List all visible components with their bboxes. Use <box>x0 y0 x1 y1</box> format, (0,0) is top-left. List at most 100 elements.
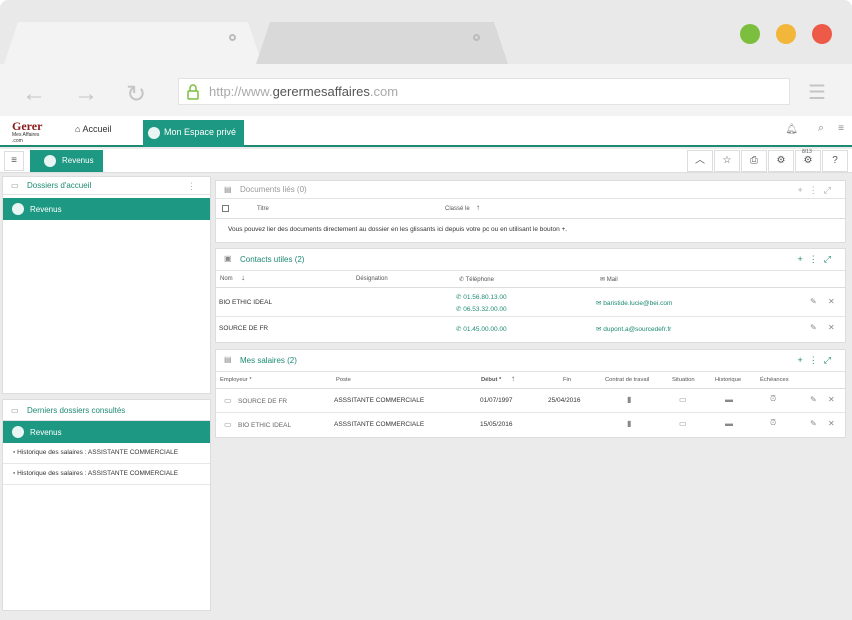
situation-folder-icon[interactable]: ▭ <box>679 395 687 404</box>
history-folder-icon[interactable]: ▬ <box>725 395 733 404</box>
col-poste[interactable]: Poste <box>336 377 351 383</box>
revenus-button[interactable]: Revenus <box>30 150 103 172</box>
minimize-button[interactable] <box>776 24 796 44</box>
home-icon: ⌂ <box>75 124 81 134</box>
col-contrat[interactable]: Contrat de travail <box>605 377 649 383</box>
settings-gear-icon[interactable]: ⚙ <box>768 150 794 172</box>
list-icon: ▤ <box>224 355 232 364</box>
badge-share-icon[interactable]: 8/13 ⚙ <box>795 149 821 172</box>
folder-icon: ▭ <box>224 420 232 429</box>
col-title[interactable]: Titre <box>257 206 269 212</box>
employer-name[interactable]: BIO ETHIC IDEAL <box>238 422 291 429</box>
table-row[interactable]: SOURCE DE FR ✆ 01.45.00.00.00 ✉ dupont.a… <box>216 317 845 340</box>
edit-icon[interactable]: ✎ <box>810 419 817 428</box>
menu-icon[interactable]: ☰ <box>808 80 826 105</box>
dossier-item-revenus[interactable]: Revenus <box>3 198 210 220</box>
alarm-clock-icon[interactable]: ⏰︎ <box>770 394 776 404</box>
hamburger-icon[interactable]: ≡ <box>838 123 844 134</box>
alarm-clock-icon[interactable]: ⏰︎ <box>770 418 776 428</box>
browser-tab-2[interactable] <box>256 22 508 64</box>
contact-name: SOURCE DE FR <box>219 325 269 332</box>
reload-icon[interactable]: ↻ <box>126 80 146 109</box>
debut-value: 15/05/2016 <box>480 421 513 428</box>
col-echeances[interactable]: Échéances <box>760 377 789 383</box>
tab-close-icon[interactable] <box>229 34 236 41</box>
print-icon[interactable]: ⎙ <box>741 150 767 172</box>
contract-document-icon[interactable]: ▮ <box>627 395 631 404</box>
recent-item-revenus[interactable]: Revenus <box>3 421 210 443</box>
recent-item-history[interactable]: ▪ Historique des salaires : ASSISTANTE C… <box>3 464 210 485</box>
col-mail[interactable]: ✉ Mail <box>600 276 618 283</box>
col-nom[interactable]: Nom <box>220 276 233 282</box>
phone-link[interactable]: ✆ 01.56.80.13.00 <box>456 293 507 301</box>
delete-icon[interactable]: ✕ <box>828 297 835 306</box>
situation-folder-icon[interactable]: ▭ <box>679 419 687 428</box>
table-row[interactable]: ▭ BIO ETHIC IDEAL ASSSITANTE COMMERCIALE… <box>216 413 845 437</box>
mail-link[interactable]: ✉ baristide.lucie@bei.com <box>596 299 672 307</box>
poste-value: ASSSITANTE COMMERCIALE <box>334 397 425 404</box>
folder-icon: ▭ <box>11 406 19 415</box>
contract-document-icon[interactable]: ▮ <box>627 419 631 428</box>
select-all-checkbox[interactable] <box>222 205 229 212</box>
search-icon[interactable]: ⌕ <box>818 122 824 135</box>
help-icon[interactable]: ? <box>822 150 848 172</box>
back-arrow-icon[interactable]: ← <box>22 80 46 108</box>
tab-close-icon[interactable] <box>473 34 480 41</box>
history-folder-icon[interactable]: ▬ <box>725 419 733 428</box>
salaires-table-header: Employeur * Poste Début * ↑ Fin Contrat … <box>216 372 845 389</box>
sub-toolbar: ≡ Revenus ︿ ☆ ⎙ ⚙ 8/13 ⚙ ? <box>0 149 852 173</box>
top-nav: Gerer Mes Affaires .com ⌂ Accueil Mon Es… <box>0 116 852 147</box>
sidebar-toggle-icon[interactable]: ≡ <box>4 151 24 171</box>
browser-tab-1[interactable] <box>4 22 262 64</box>
col-situation[interactable]: Situation <box>672 377 695 383</box>
panel-actions[interactable]: +⋮⤢ <box>798 355 837 366</box>
url-bar[interactable]: http://www.gerermesaffaires.com <box>178 78 790 105</box>
panel-actions[interactable]: +⋮⤢ <box>798 185 837 196</box>
dossiers-header: ▭ Dossiers d'accueil ⋮ <box>3 177 210 195</box>
col-debut[interactable]: Début * <box>481 377 501 383</box>
dossiers-panel: ▭ Dossiers d'accueil ⋮ Revenus <box>2 176 211 394</box>
bell-icon[interactable]: 🔔︎ <box>785 124 798 135</box>
sort-arrow-icon[interactable]: ↓ <box>241 273 245 282</box>
folder-icon: ▭ <box>11 181 19 190</box>
edit-icon[interactable]: ✎ <box>810 297 817 306</box>
nav-home[interactable]: ⌂ Accueil <box>75 124 111 134</box>
phone-link[interactable]: ✆ 06.53.32.00.00 <box>456 305 507 313</box>
col-fin[interactable]: Fin <box>563 377 571 383</box>
avatar-icon <box>148 127 160 139</box>
delete-icon[interactable]: ✕ <box>828 419 835 428</box>
mail-link[interactable]: ✉ dupont.a@sourcedefr.fr <box>596 325 671 333</box>
delete-icon[interactable]: ✕ <box>828 395 835 404</box>
salaires-header: ▤ Mes salaires (2) +⋮⤢ <box>216 350 845 372</box>
col-historique[interactable]: Historique <box>715 377 741 383</box>
col-designation[interactable]: Désignation <box>356 276 388 282</box>
documents-header: ▤ Documents liés (0) +⋮⤢ <box>216 181 845 199</box>
sort-arrow-icon[interactable]: ↑ <box>511 374 515 383</box>
folder-avatar-icon <box>44 155 56 167</box>
maximize-button[interactable] <box>740 24 760 44</box>
employer-name[interactable]: SOURCE DE FR <box>238 398 287 405</box>
col-classe[interactable]: Classé le <box>445 206 470 212</box>
folder-avatar-icon <box>12 426 24 438</box>
phone-link[interactable]: ✆ 01.45.00.00.00 <box>456 325 507 333</box>
delete-icon[interactable]: ✕ <box>828 323 835 332</box>
url-text: http://www.gerermesaffaires.com <box>209 84 399 99</box>
col-telephone[interactable]: ✆ Téléphone <box>459 276 494 283</box>
table-row[interactable]: ▭ SOURCE DE FR ASSSITANTE COMMERCIALE 01… <box>216 389 845 413</box>
folder-avatar-icon <box>12 203 24 215</box>
forward-arrow-icon[interactable]: → <box>74 80 98 108</box>
edit-icon[interactable]: ✎ <box>810 395 817 404</box>
logo[interactable]: Gerer Mes Affaires .com <box>12 120 44 147</box>
folder-icon: ▭ <box>224 396 232 405</box>
sort-arrow-icon[interactable]: ↑ <box>476 203 480 212</box>
collapse-icon[interactable]: ︿ <box>687 150 713 172</box>
col-employeur[interactable]: Employeur * <box>220 377 252 383</box>
more-icon[interactable]: ⋮ <box>187 181 202 192</box>
recent-item-history[interactable]: ▪ Historique des salaires : ASSISTANTE C… <box>3 443 210 464</box>
edit-icon[interactable]: ✎ <box>810 323 817 332</box>
nav-private-space[interactable]: Mon Espace privé <box>143 120 244 147</box>
panel-actions[interactable]: +⋮⤢ <box>798 254 837 265</box>
favorite-star-icon[interactable]: ☆ <box>714 150 740 172</box>
table-row[interactable]: BIO ETHIC IDEAL ✆ 01.56.80.13.00 ✆ 06.53… <box>216 288 845 317</box>
close-button[interactable] <box>812 24 832 44</box>
